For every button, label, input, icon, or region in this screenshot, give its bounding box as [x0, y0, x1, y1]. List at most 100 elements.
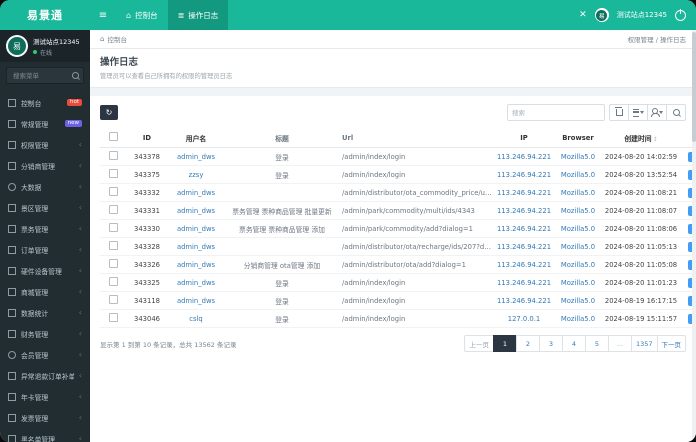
page-next-button[interactable]: 下一页 — [656, 335, 686, 352]
username-link[interactable]: admin_dws — [177, 207, 215, 215]
browser-link[interactable]: Mozilla5.0 — [561, 189, 595, 197]
top-navbar: 易景通 ≡ ⌂ 控制台 ≣ 操作日志 ✕ 易 测试站点12345 — [0, 0, 696, 30]
ip-link[interactable]: 113.246.94.221 — [497, 153, 551, 161]
row-checkbox-cell — [100, 165, 126, 184]
col-header-url[interactable]: Url — [340, 128, 494, 148]
sidebar-item-dashboard[interactable]: 控制台 hot — [0, 92, 90, 113]
page-button-1[interactable]: 1 — [492, 335, 517, 352]
invoice-icon — [8, 413, 16, 422]
browser-link[interactable]: Mozilla5.0 — [561, 225, 595, 233]
username-link[interactable]: admin_dws — [177, 153, 215, 161]
ip-link[interactable]: 113.246.94.221 — [497, 171, 551, 179]
navbar-username[interactable]: 测试站点12345 — [617, 10, 667, 20]
username-link[interactable]: admin_dws — [177, 279, 215, 287]
ip-link[interactable]: 127.0.0.1 — [508, 315, 540, 323]
sidebar-item-invoice[interactable]: 发票管理 ‹ — [0, 407, 90, 428]
sidebar-item-label: 会员管理 — [21, 351, 49, 360]
browser-link[interactable]: Mozilla5.0 — [561, 279, 595, 287]
ip-link[interactable]: 113.246.94.221 — [497, 243, 551, 251]
menu-toggle-icon[interactable]: ≡ — [90, 0, 116, 30]
sidebar-item-scenic[interactable]: 景区管理 ‹ — [0, 197, 90, 218]
sidebar-item-blacklist[interactable]: 黑名单管理 ‹ — [0, 428, 90, 442]
cell-username: admin_dws — [168, 237, 224, 256]
sidebar-item-bigdata[interactable]: 大数据 ‹ — [0, 176, 90, 197]
col-header-ip[interactable]: IP — [494, 128, 554, 148]
sidebar-item-gear[interactable]: 常规管理 new — [0, 113, 90, 134]
trash-button[interactable] — [609, 104, 629, 121]
logout-icon[interactable] — [675, 8, 686, 21]
select-all-checkbox[interactable] — [108, 132, 118, 141]
row-checkbox[interactable] — [108, 259, 118, 268]
col-header-time[interactable]: 创建时间↕ — [602, 128, 680, 148]
col-header-title[interactable]: 标题 — [224, 128, 340, 148]
page-button-4[interactable]: 4 — [561, 335, 586, 352]
navbar-avatar[interactable]: 易 — [594, 8, 609, 22]
sidebar-item-order[interactable]: 订单管理 ‹ — [0, 239, 90, 260]
browser-link[interactable]: Mozilla5.0 — [561, 207, 595, 215]
page-button-3[interactable]: 3 — [538, 335, 563, 352]
sidebar-search-input[interactable] — [11, 70, 72, 81]
browser-link[interactable]: Mozilla5.0 — [561, 261, 595, 269]
sidebar-avatar[interactable]: 易 — [6, 35, 28, 57]
row-checkbox[interactable] — [108, 187, 118, 196]
user-filter-dropdown-button[interactable] — [647, 104, 667, 121]
table-search-input[interactable] — [507, 104, 605, 121]
ip-link[interactable]: 113.246.94.221 — [497, 225, 551, 233]
sidebar-item-stats[interactable]: 数据统计 ‹ — [0, 302, 90, 323]
username-link[interactable]: cslq — [189, 315, 202, 323]
browser-link[interactable]: Mozilla5.0 — [561, 315, 595, 323]
scrollbar-thumb[interactable] — [692, 32, 696, 142]
row-checkbox[interactable] — [108, 313, 118, 322]
refresh-button[interactable]: ↻ — [100, 105, 118, 120]
page-button-1357[interactable]: 1357 — [630, 335, 658, 352]
columns-dropdown-button[interactable] — [628, 104, 648, 121]
sidebar-item-shop[interactable]: 商城管理 ‹ — [0, 281, 90, 302]
ip-link[interactable]: 113.246.94.221 — [497, 279, 551, 287]
fullscreen-close-icon[interactable]: ✕ — [579, 10, 587, 20]
col-header-user[interactable]: 用户名 — [168, 128, 224, 148]
row-checkbox[interactable] — [108, 169, 118, 178]
sidebar-item-ticket[interactable]: 票务管理 ‹ — [0, 218, 90, 239]
username-link[interactable]: zzsy — [189, 171, 204, 179]
username-link[interactable]: admin_dws — [177, 243, 215, 251]
row-checkbox[interactable] — [108, 295, 118, 304]
col-header-id[interactable]: ID — [126, 128, 168, 148]
browser-link[interactable]: Mozilla5.0 — [561, 297, 595, 305]
sidebar-item-member[interactable]: 会员管理 ‹ — [0, 344, 90, 365]
sidebar-item-card[interactable]: 年卡管理 ‹ — [0, 386, 90, 407]
row-checkbox[interactable] — [108, 205, 118, 214]
search-toggle-button[interactable] — [666, 104, 686, 121]
sidebar-item-finance[interactable]: 财务管理 ‹ — [0, 323, 90, 344]
browser-link[interactable]: Mozilla5.0 — [561, 243, 595, 251]
ip-link[interactable]: 113.246.94.221 — [497, 189, 551, 197]
col-header-browser[interactable]: Browser — [554, 128, 602, 148]
page-prev-button[interactable]: 上一页 — [464, 335, 494, 352]
ip-link[interactable]: 113.246.94.221 — [497, 297, 551, 305]
row-checkbox[interactable] — [108, 241, 118, 250]
cell-id: 343375 — [126, 165, 168, 184]
row-checkbox[interactable] — [108, 151, 118, 160]
browser-link[interactable]: Mozilla5.0 — [561, 171, 595, 179]
sidebar-item-refund[interactable]: 异常退款订单补单 ‹ — [0, 365, 90, 386]
scrollbar[interactable] — [692, 30, 696, 442]
row-checkbox[interactable] — [108, 223, 118, 232]
page-ellipsis[interactable]: ... — [607, 335, 632, 352]
ip-link[interactable]: 113.246.94.221 — [497, 207, 551, 215]
tab-dashboard[interactable]: ⌂ 控制台 — [116, 0, 168, 30]
columns-icon — [632, 108, 639, 117]
sidebar-item-lock[interactable]: 权限管理 ‹ — [0, 134, 90, 155]
username-link[interactable]: admin_dws — [177, 261, 215, 269]
browser-link[interactable]: Mozilla5.0 — [561, 153, 595, 161]
username-link[interactable]: admin_dws — [177, 225, 215, 233]
sidebar-item-share[interactable]: 分销商管理 ‹ — [0, 155, 90, 176]
page-button-5[interactable]: 5 — [584, 335, 609, 352]
username-link[interactable]: admin_dws — [177, 189, 215, 197]
username-link[interactable]: admin_dws — [177, 297, 215, 305]
sidebar-item-device[interactable]: 硬件设备管理 ‹ — [0, 260, 90, 281]
page-button-2[interactable]: 2 — [515, 335, 540, 352]
row-checkbox[interactable] — [108, 277, 118, 286]
tab-operation-log[interactable]: ≣ 操作日志 — [167, 0, 229, 30]
ip-link[interactable]: 113.246.94.221 — [497, 261, 551, 269]
cell-url: /admin/distributor/ota_commodity_price/u… — [340, 183, 494, 202]
breadcrumb-left[interactable]: ⌂ 控制台 — [100, 34, 127, 44]
